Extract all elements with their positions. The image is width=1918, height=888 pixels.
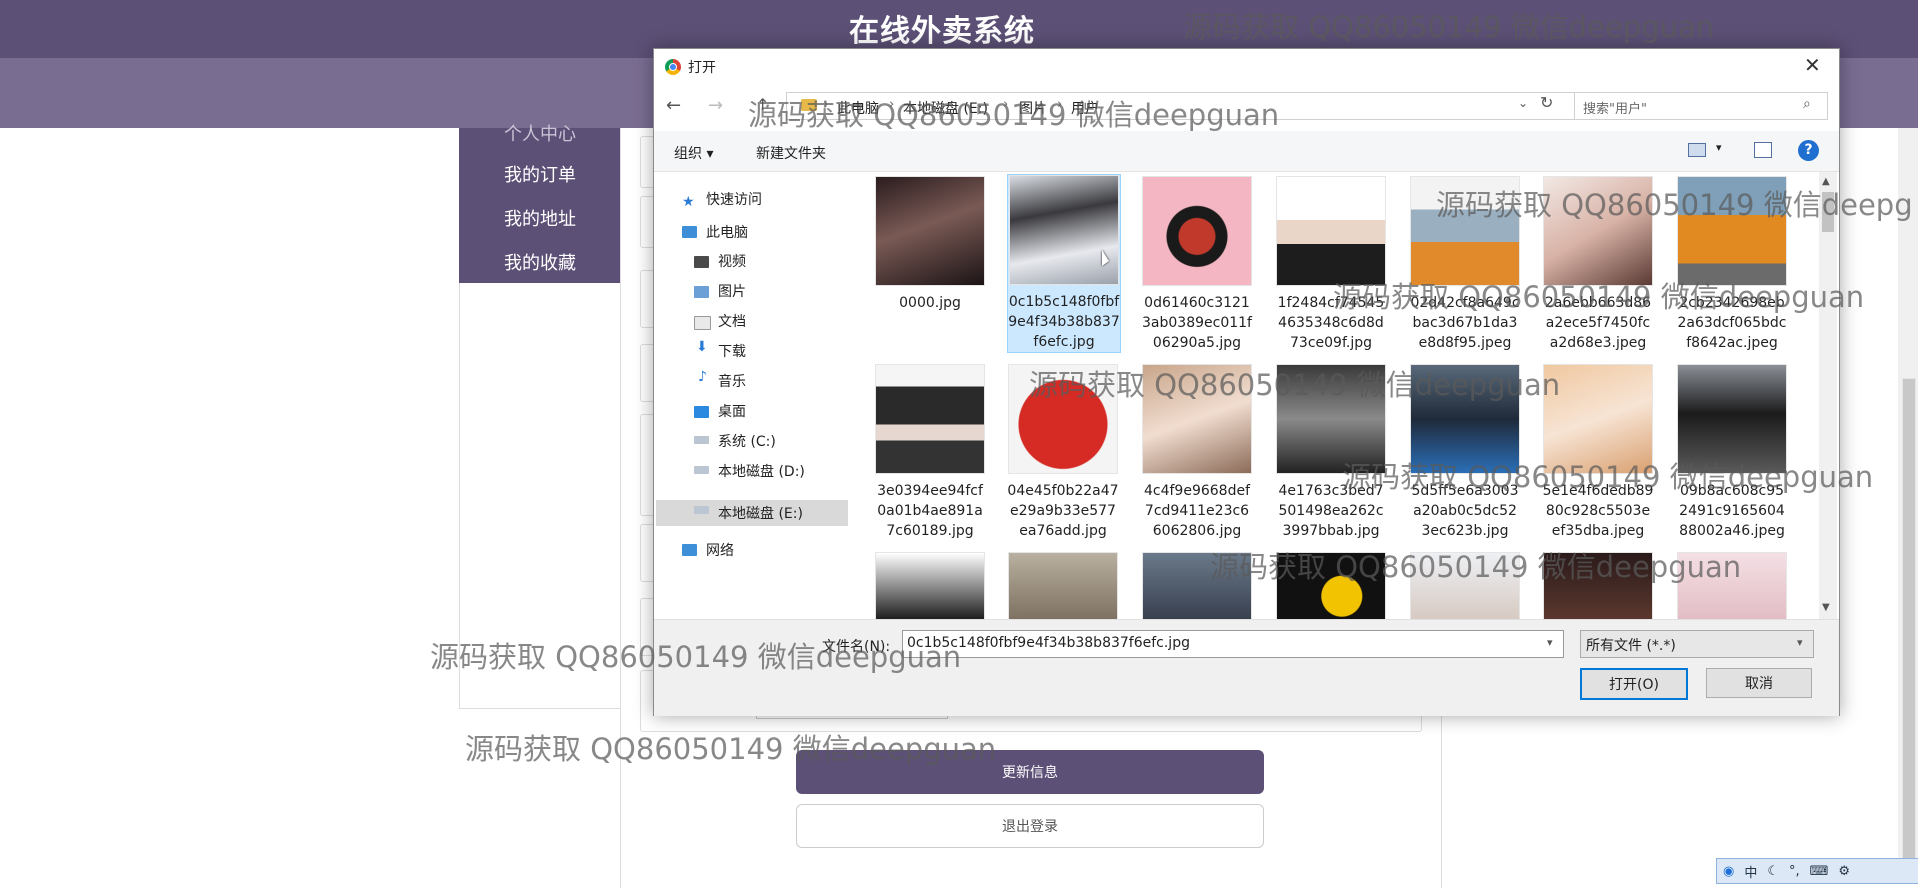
file-name: 4c4f9e9668def7cd9411e23c66062806.jpg bbox=[1143, 483, 1251, 539]
nav-item-drive-d[interactable]: 本地磁盘 (D:) bbox=[718, 461, 805, 481]
site-title: 在线外卖系统 bbox=[849, 14, 1035, 49]
system-tray: ◉ 中 ☾ °, ⌨ ⚙ bbox=[1716, 858, 1918, 884]
download-icon: ⬇ bbox=[696, 339, 708, 355]
thumbnail-image bbox=[875, 176, 985, 286]
punctuation-icon[interactable]: °, bbox=[1789, 864, 1800, 879]
chevron-down-icon[interactable]: ▾ bbox=[1547, 636, 1553, 649]
nav-item-videos[interactable]: 视频 bbox=[718, 251, 746, 271]
nav-item-drive-e[interactable]: 本地磁盘 (E:) bbox=[718, 503, 803, 523]
documents-folder-icon bbox=[694, 316, 711, 330]
search-placeholder: 搜索"用户" bbox=[1583, 102, 1647, 117]
file-name: 04e45f0b22a47e29a9b33e577ea76add.jpg bbox=[1007, 483, 1119, 539]
dialog-titlebar[interactable]: 打开 ✕ bbox=[654, 49, 1839, 85]
page-scrollbar-thumb[interactable] bbox=[1902, 378, 1916, 860]
file-item[interactable]: 09b8ac608c952491c916560488002a46.jpeg bbox=[1676, 364, 1788, 541]
nav-item-desktop[interactable]: 桌面 bbox=[718, 401, 746, 421]
help-icon[interactable]: ? bbox=[1798, 140, 1819, 161]
user-sidebar-menu: 个人中心 我的订单 我的地址 我的收藏 bbox=[459, 124, 621, 283]
sidebar-item-favorites[interactable]: 我的收藏 bbox=[459, 249, 621, 275]
nav-item-this-pc[interactable]: 此电脑 bbox=[706, 222, 748, 242]
refresh-icon[interactable]: ↻ bbox=[1540, 93, 1553, 112]
nav-item-drive-c[interactable]: 系统 (C:) bbox=[718, 431, 776, 451]
view-options-icon[interactable] bbox=[1688, 143, 1706, 157]
settings-icon[interactable]: ⚙ bbox=[1838, 864, 1850, 879]
scroll-down-icon[interactable]: ▼ bbox=[1822, 602, 1830, 613]
watermark-text: 源码获取 QQ86050149 微信deepg bbox=[1436, 188, 1913, 222]
computer-icon bbox=[682, 226, 697, 238]
chevron-down-icon[interactable]: ⌄ bbox=[1518, 96, 1528, 110]
watermark-text: 源码获取 QQ86050149 微信deepguan bbox=[1029, 368, 1561, 402]
pictures-folder-icon bbox=[694, 286, 709, 298]
search-icon[interactable]: ⌕ bbox=[1803, 96, 1811, 112]
nav-item-music[interactable]: 音乐 bbox=[718, 371, 746, 391]
open-button[interactable]: 打开(O) bbox=[1580, 668, 1688, 700]
file-grid-scrollbar[interactable]: ▲ ▼ bbox=[1819, 172, 1837, 619]
file-name: 0c1b5c148f0fbf9e4f34b38b837f6efc.jpg bbox=[1008, 294, 1120, 350]
sidebar-item-profile[interactable]: 个人中心 bbox=[459, 120, 621, 146]
sidebar-item-address[interactable]: 我的地址 bbox=[459, 205, 621, 231]
back-arrow-icon[interactable]: ← bbox=[666, 95, 681, 116]
qq-icon[interactable]: ◉ bbox=[1723, 864, 1734, 879]
drive-icon bbox=[694, 466, 709, 474]
nav-item-downloads[interactable]: 下载 bbox=[718, 341, 746, 361]
keyboard-icon[interactable]: ⌨ bbox=[1810, 864, 1829, 879]
watermark-text: 源码获取 QQ86050149 微信deepguan bbox=[1333, 280, 1865, 314]
drive-icon bbox=[694, 436, 709, 444]
file-type-select[interactable]: 所有文件 (*.*) ▾ bbox=[1580, 630, 1814, 658]
file-name: 0000.jpg bbox=[899, 295, 961, 311]
cancel-button[interactable]: 取消 bbox=[1706, 668, 1812, 698]
thumbnail-image bbox=[1008, 552, 1118, 619]
chrome-icon bbox=[665, 59, 681, 75]
thumbnail-image bbox=[1142, 176, 1252, 286]
music-icon: ♪ bbox=[698, 369, 707, 385]
new-folder-button[interactable]: 新建文件夹 bbox=[756, 143, 826, 163]
organize-button[interactable]: 组织 ▾ bbox=[674, 143, 713, 163]
star-icon: ★ bbox=[682, 194, 695, 210]
watermark-text: 源码获取 QQ86050149 微信deepguan bbox=[1342, 460, 1874, 494]
dialog-title: 打开 bbox=[688, 60, 716, 76]
watermark-text: 源码获取 QQ86050149 微信deepguan bbox=[748, 98, 1280, 132]
file-item[interactable]: 1f2484cf745454635348c6d8d73ce09f.jpg bbox=[1275, 176, 1387, 353]
file-name: 3e0394ee94fcf0a01b4ae891a7c60189.jpg bbox=[877, 483, 983, 539]
network-icon bbox=[682, 544, 697, 556]
filename-input[interactable]: 0c1b5c148f0fbf9e4f34b38b837f6efc.jpg ▾ bbox=[902, 630, 1564, 658]
file-item[interactable]: 3e0394ee94fcf0a01b4ae891a7c60189.jpg bbox=[874, 364, 986, 541]
page-scrollbar[interactable] bbox=[1898, 128, 1918, 882]
navigation-pane: ★ 快速访问 此电脑 视频 图片 文档 ⬇ 下载 ♪ 音乐 桌面 系统 (C:)… bbox=[654, 172, 852, 619]
thumbnail-image bbox=[875, 552, 985, 619]
nav-item-pictures[interactable]: 图片 bbox=[718, 281, 746, 301]
file-item[interactable] bbox=[1007, 552, 1119, 619]
file-item[interactable]: 0d61460c31213ab0389ec011f06290a5.jpg bbox=[1141, 176, 1253, 353]
thumbnail-image bbox=[1009, 175, 1119, 285]
moon-icon[interactable]: ☾ bbox=[1767, 864, 1779, 879]
chevron-down-icon[interactable]: ▾ bbox=[1797, 636, 1803, 649]
watermark-text: 源码获取 QQ86050149 微信deepguan bbox=[465, 732, 997, 766]
search-input[interactable]: 搜索"用户" ⌕ bbox=[1574, 92, 1828, 120]
nav-item-network[interactable]: 网络 bbox=[706, 540, 734, 560]
thumbnail-image bbox=[1276, 176, 1386, 286]
file-item[interactable] bbox=[874, 552, 986, 619]
video-folder-icon bbox=[694, 256, 709, 268]
file-item[interactable]: 0000.jpg bbox=[874, 176, 986, 313]
watermark-text: 源码获取 QQ86050149 微信deepguan bbox=[430, 640, 962, 674]
nav-item-documents[interactable]: 文档 bbox=[718, 311, 746, 331]
forward-arrow-icon[interactable]: → bbox=[708, 95, 723, 116]
close-icon[interactable]: ✕ bbox=[1804, 53, 1821, 77]
watermark-text: 源码获取 QQ86050149 微信deepguan bbox=[1210, 550, 1742, 584]
dialog-toolbar: 组织 ▾ 新建文件夹 ▾ ? bbox=[654, 131, 1839, 172]
drive-icon bbox=[694, 506, 709, 514]
file-type-value: 所有文件 (*.*) bbox=[1586, 638, 1676, 654]
file-name: 0d61460c31213ab0389ec011f06290a5.jpg bbox=[1142, 295, 1252, 351]
nav-item-quick-access[interactable]: 快速访问 bbox=[706, 189, 762, 209]
desktop-icon bbox=[694, 406, 709, 418]
thumbnail-image bbox=[875, 364, 985, 474]
mouse-cursor bbox=[1102, 250, 1109, 266]
preview-pane-icon[interactable] bbox=[1754, 142, 1772, 158]
ime-indicator[interactable]: 中 bbox=[1744, 862, 1757, 881]
sidebar-item-orders[interactable]: 我的订单 bbox=[459, 161, 621, 187]
watermark-text: 源码获取 QQ86050149 微信deepguan bbox=[1183, 10, 1715, 44]
logout-button[interactable]: 退出登录 bbox=[796, 804, 1264, 848]
chevron-down-icon[interactable]: ▾ bbox=[1716, 141, 1722, 154]
